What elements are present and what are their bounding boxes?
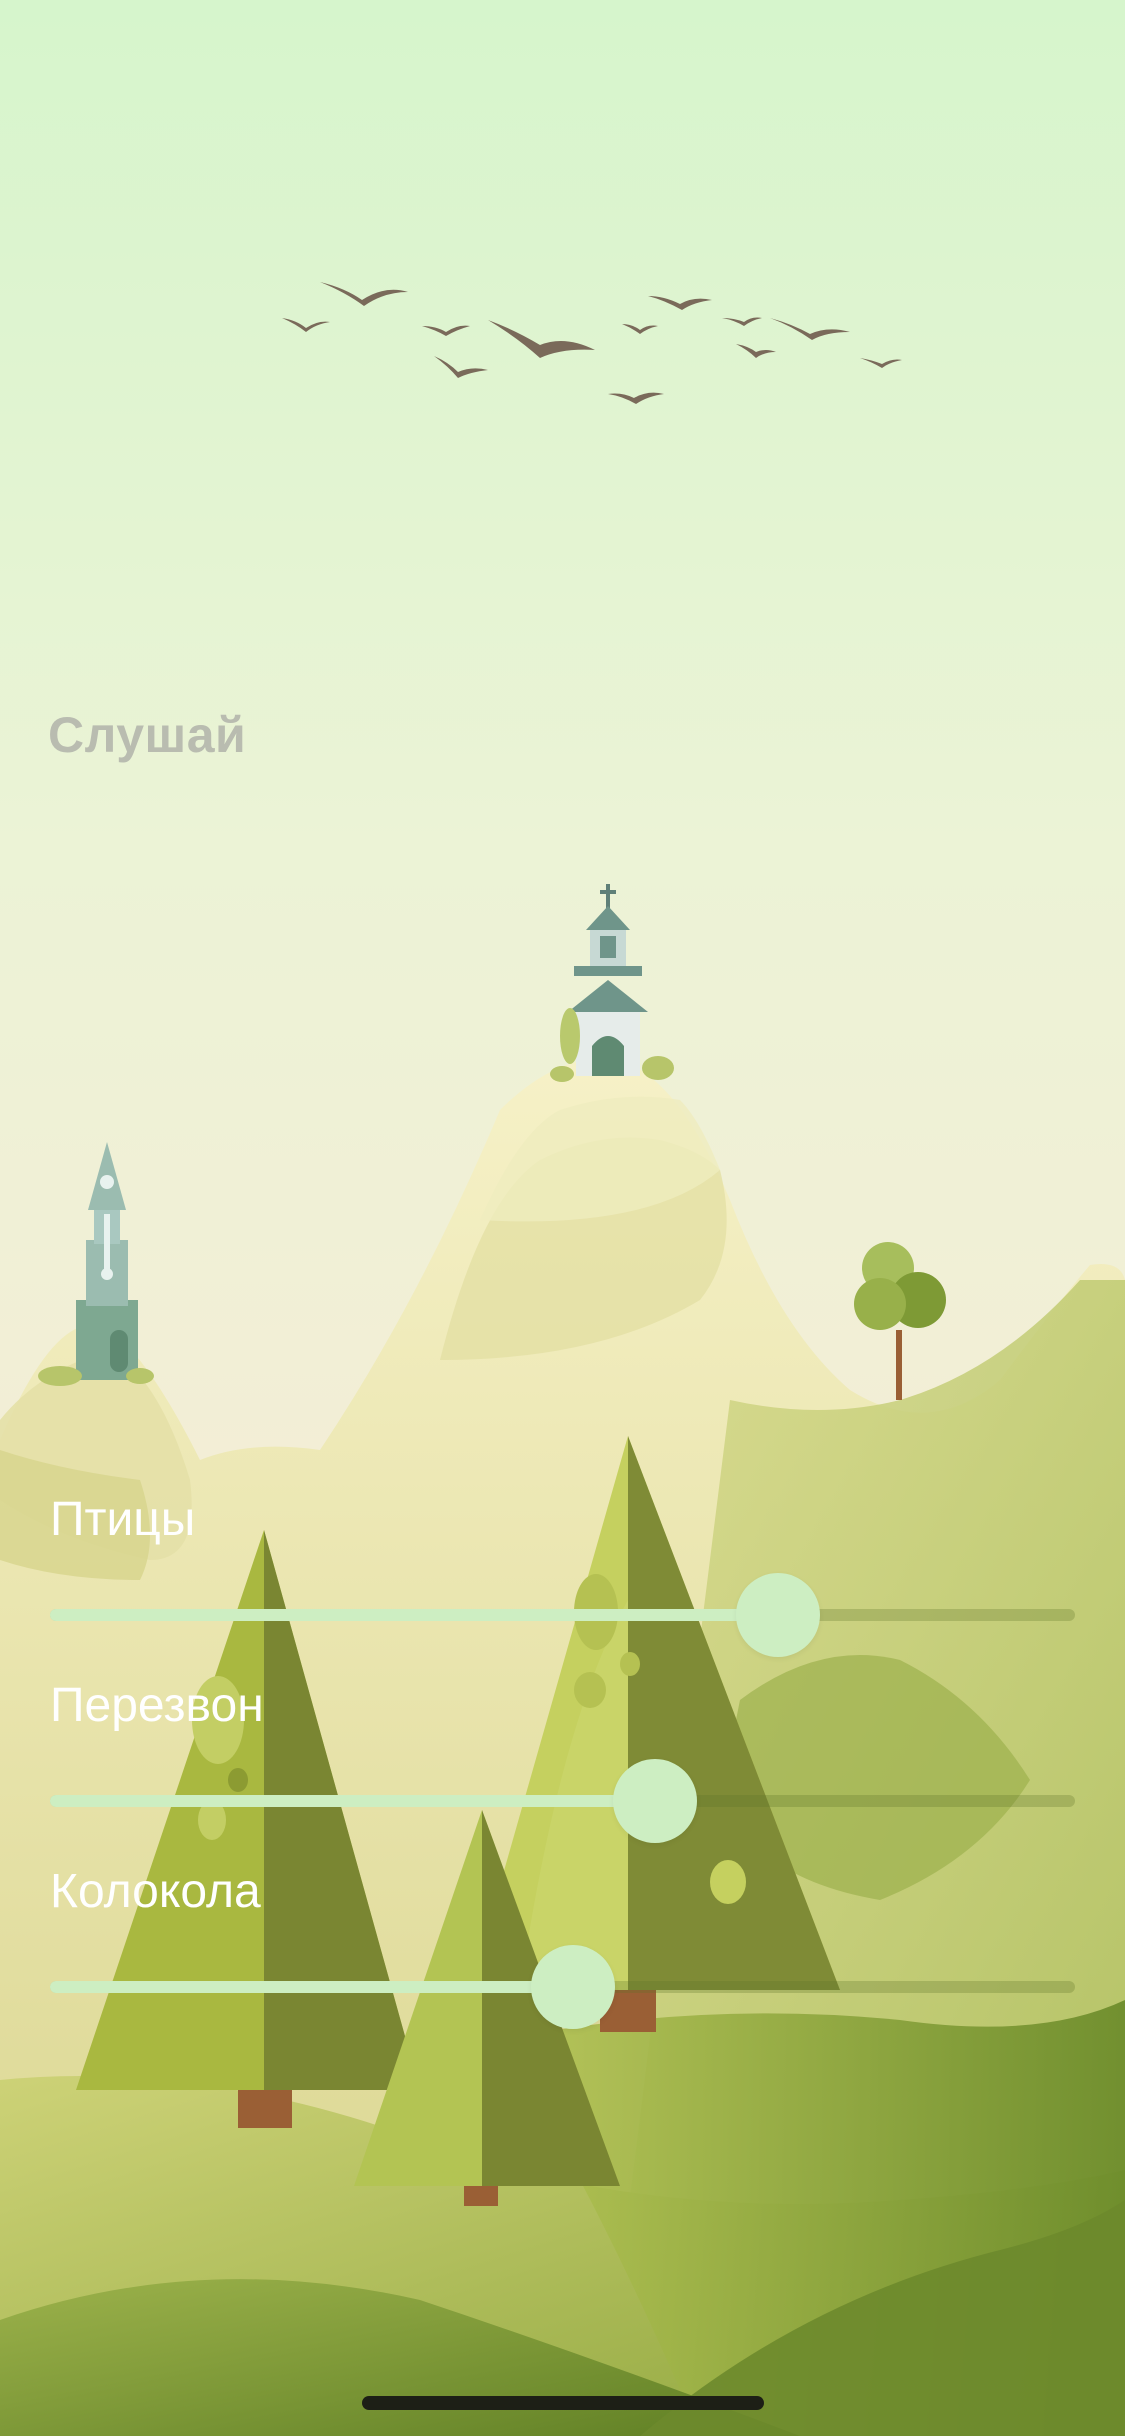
slider-thumb[interactable]	[613, 1759, 697, 1843]
slider-thumb[interactable]	[531, 1945, 615, 2029]
slider-thumb[interactable]	[736, 1573, 820, 1657]
page-title: Слушай	[48, 707, 247, 763]
chimes-volume-slider[interactable]	[50, 1759, 1075, 1843]
slider-fill	[50, 1609, 778, 1621]
slider-fill	[50, 1981, 573, 1993]
birds-volume-slider[interactable]	[50, 1573, 1075, 1657]
sound-label-birds: Птицы	[50, 1493, 196, 1546]
bells-volume-slider[interactable]	[50, 1945, 1075, 2029]
sound-label-chimes: Перезвон	[50, 1679, 264, 1732]
landscape-illustration	[0, 0, 1125, 2436]
home-indicator	[362, 2396, 764, 2410]
sound-label-bells: Колокола	[50, 1865, 261, 1918]
slider-fill	[50, 1795, 655, 1807]
